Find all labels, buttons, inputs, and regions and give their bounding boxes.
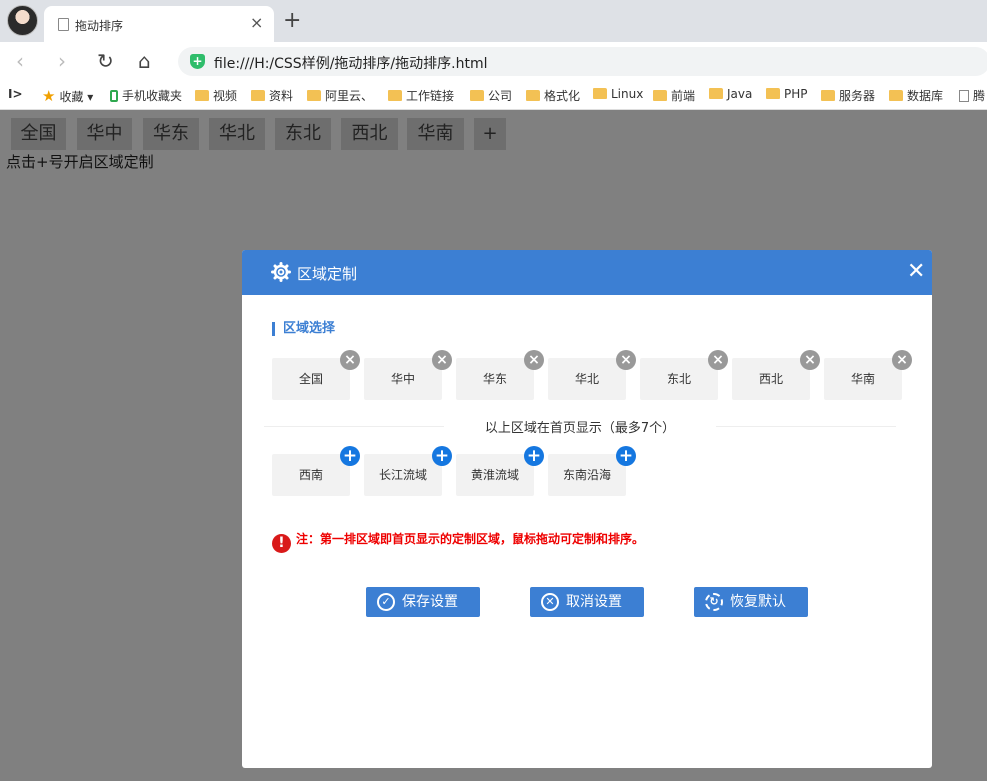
reload-icon[interactable]: ↻ (97, 50, 114, 72)
tab-title: 拖动排序 (75, 19, 124, 33)
region-tab-dongbei[interactable]: 东北 (275, 118, 331, 150)
dialog-header: 区域定制 ✕ (242, 250, 932, 295)
bookmark-folder[interactable]: 公司 (470, 87, 512, 104)
forward-icon[interactable]: › (58, 50, 66, 72)
region-tab-huadong[interactable]: 华东 (143, 118, 199, 150)
cancel-circle-icon: ✕ (541, 593, 559, 611)
folder-icon (307, 90, 321, 101)
star-icon: ★ (42, 87, 56, 105)
remove-icon[interactable]: × (892, 350, 912, 370)
region-tab-quanguo[interactable]: 全国 (11, 118, 66, 150)
browser-tab[interactable]: 拖动排序 × (44, 6, 274, 42)
region-tab-huanan[interactable]: 华南 (407, 118, 464, 150)
url-text: file:///H:/CSS样例/拖动排序/拖动排序.html (214, 56, 488, 72)
folder-icon (593, 88, 607, 99)
folder-icon (709, 88, 723, 99)
remove-icon[interactable]: × (432, 350, 452, 370)
warning-icon: ! (272, 534, 291, 553)
remove-icon[interactable]: × (524, 350, 544, 370)
add-icon[interactable]: + (340, 446, 360, 466)
remove-icon[interactable]: × (340, 350, 360, 370)
folder-icon (889, 90, 903, 101)
folder-icon (821, 90, 835, 101)
selected-region-chip[interactable]: 西北 × (732, 350, 820, 400)
add-icon[interactable]: + (616, 446, 636, 466)
bookmark-item[interactable]: 腾 (959, 87, 985, 104)
cancel-button[interactable]: ✕ 取消设置 (530, 587, 644, 617)
phone-icon (110, 90, 118, 102)
selected-region-chip[interactable]: 华东 × (456, 350, 544, 400)
selected-region-chip[interactable]: 华南 × (824, 350, 912, 400)
page-icon (58, 18, 69, 31)
remove-icon[interactable]: × (800, 350, 820, 370)
bookmark-folder[interactable]: 数据库 (889, 87, 943, 104)
bookmark-folder[interactable]: 服务器 (821, 87, 875, 104)
reset-button[interactable]: ↻ 恢复默认 (694, 587, 808, 617)
remove-icon[interactable]: × (616, 350, 636, 370)
selected-region-chip[interactable]: 东北 × (640, 350, 728, 400)
browser-tab-bar: 拖动排序 × + (0, 0, 987, 42)
check-circle-icon: ✓ (377, 593, 395, 611)
tab-close-icon[interactable]: × (250, 13, 263, 33)
folder-icon (526, 90, 540, 101)
folder-icon (388, 90, 402, 101)
folder-icon (195, 90, 209, 101)
selected-region-chip[interactable]: 华北 × (548, 350, 636, 400)
bookmark-folder[interactable]: Java (709, 87, 752, 101)
region-tab-huazhong[interactable]: 华中 (77, 118, 132, 150)
add-region-button[interactable]: + (474, 118, 506, 150)
bookmark-item[interactable]: ★ 收藏 ▾ (42, 87, 93, 105)
remove-icon[interactable]: × (708, 350, 728, 370)
folder-icon (653, 90, 667, 101)
available-region-chip[interactable]: 长江流域 + (364, 446, 452, 496)
folder-icon (470, 90, 484, 101)
bookmark-folder[interactable]: 格式化 (526, 87, 580, 104)
profile-avatar[interactable] (7, 5, 38, 36)
gear-icon (271, 262, 291, 282)
add-icon[interactable]: + (524, 446, 544, 466)
available-region-chip[interactable]: 东南沿海 + (548, 446, 636, 496)
refresh-icon: ↻ (705, 593, 723, 611)
bookmark-folder[interactable]: PHP (766, 87, 808, 101)
selected-region-chip[interactable]: 全国 × (272, 350, 360, 400)
bookmark-folder[interactable]: Linux (593, 87, 643, 101)
selected-region-chip[interactable]: 华中 × (364, 350, 452, 400)
section-title: 区域选择 (272, 322, 335, 336)
add-icon[interactable]: + (432, 446, 452, 466)
available-region-chip[interactable]: 黄淮流域 + (456, 446, 544, 496)
bookmark-folder[interactable]: 前端 (653, 87, 695, 104)
close-icon[interactable]: ✕ (907, 260, 925, 284)
browser-toolbar: ‹ › ↻ ⌂ + file:///H:/CSS样例/拖动排序/拖动排序.htm… (0, 42, 987, 82)
doc-icon (959, 90, 969, 102)
customize-hint: 点击+号开启区域定制 (6, 153, 154, 171)
bookmark-folder[interactable]: 工作链接 (388, 87, 454, 104)
save-button[interactable]: ✓ 保存设置 (366, 587, 480, 617)
folder-icon (251, 90, 265, 101)
dialog-title: 区域定制 (297, 265, 358, 283)
available-region-chip[interactable]: 西南 + (272, 446, 360, 496)
secure-shield-icon: + (190, 54, 205, 69)
region-tab-xibei[interactable]: 西北 (341, 118, 398, 150)
bookmark-folder[interactable]: 视频 (195, 87, 237, 104)
region-custom-dialog: 区域定制 ✕ 区域选择 全国 × 华中 × 华东 × 华北 × 东北 × 西北 × 华南 × … (242, 250, 932, 768)
sidebar-toggle-icon[interactable]: I> (8, 87, 23, 101)
new-tab-button[interactable]: + (283, 10, 301, 32)
folder-icon (766, 88, 780, 99)
divider-text: 以上区域在首页显示（最多7个） (444, 417, 716, 436)
region-tab-huabei[interactable]: 华北 (209, 118, 265, 150)
bookmark-folder[interactable]: 阿里云、 (307, 87, 373, 104)
bookmarks-bar: I> ★ 收藏 ▾ 手机收藏夹 视频 资料 阿里云、 工作链接 公司 格式化 Li… (0, 82, 987, 110)
bookmark-folder[interactable]: 资料 (251, 87, 293, 104)
home-icon[interactable]: ⌂ (138, 50, 151, 72)
bookmark-item[interactable]: 手机收藏夹 (110, 87, 182, 104)
back-icon[interactable]: ‹ (16, 50, 24, 72)
notice-text: ! 注：第一排区域即首页显示的定制区域，鼠标拖动可定制和排序。 (272, 530, 644, 553)
address-bar[interactable]: + file:///H:/CSS样例/拖动排序/拖动排序.html (178, 47, 987, 76)
